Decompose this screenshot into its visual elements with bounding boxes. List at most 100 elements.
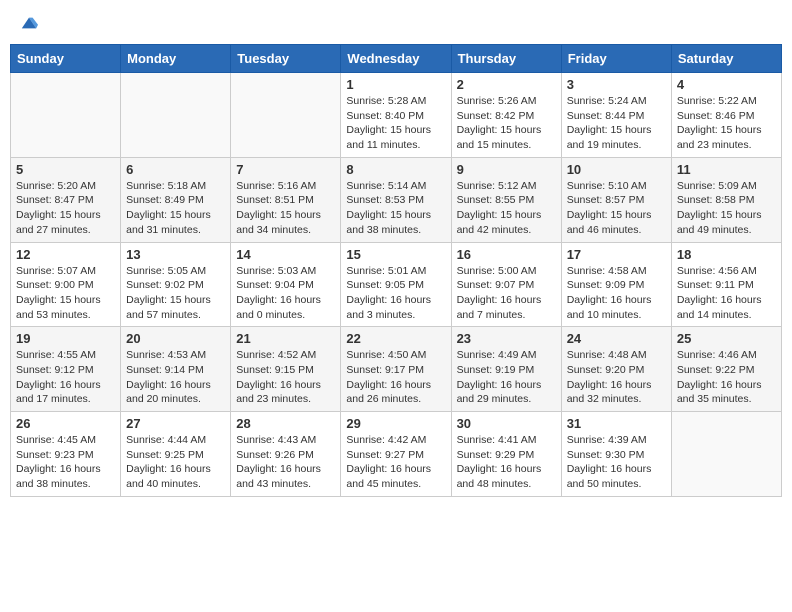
calendar-cell: 15 Sunrise: 5:01 AM Sunset: 9:05 PM Dayli…	[341, 242, 451, 327]
day-info: Sunrise: 5:05 AM Sunset: 9:02 PM Dayligh…	[126, 264, 225, 323]
day-info: Sunrise: 4:39 AM Sunset: 9:30 PM Dayligh…	[567, 433, 666, 492]
calendar-cell: 20 Sunrise: 4:53 AM Sunset: 9:14 PM Dayli…	[121, 327, 231, 412]
day-info: Sunrise: 5:18 AM Sunset: 8:49 PM Dayligh…	[126, 179, 225, 238]
day-header-thursday: Thursday	[451, 45, 561, 73]
day-header-monday: Monday	[121, 45, 231, 73]
calendar-cell: 24 Sunrise: 4:48 AM Sunset: 9:20 PM Dayli…	[561, 327, 671, 412]
calendar-cell: 7 Sunrise: 5:16 AM Sunset: 8:51 PM Daylig…	[231, 157, 341, 242]
day-number: 24	[567, 331, 666, 346]
calendar-cell: 16Sunrise: 5:00 AM Sunset: 9:07 PM Dayli…	[451, 242, 561, 327]
calendar-week-row: 19 Sunrise: 4:55 AM Sunset: 9:12 PM Dayli…	[11, 327, 782, 412]
calendar-cell: 9 Sunrise: 5:12 AM Sunset: 8:55 PM Daylig…	[451, 157, 561, 242]
day-info: Sunrise: 4:55 AM Sunset: 9:12 PM Dayligh…	[16, 348, 115, 407]
day-number: 19	[16, 331, 115, 346]
day-number: 6	[126, 162, 225, 177]
day-info: Sunrise: 5:22 AM Sunset: 8:46 PM Dayligh…	[677, 94, 776, 153]
day-info: Sunrise: 4:42 AM Sunset: 9:27 PM Dayligh…	[346, 433, 445, 492]
day-info: Sunrise: 5:01 AM Sunset: 9:05 PM Dayligh…	[346, 264, 445, 323]
calendar-cell: 12 Sunrise: 5:07 AM Sunset: 9:00 PM Dayli…	[11, 242, 121, 327]
calendar-cell: 2 Sunrise: 5:26 AM Sunset: 8:42 PM Daylig…	[451, 73, 561, 158]
page-header	[10, 10, 782, 38]
day-number: 18	[677, 247, 776, 262]
calendar-week-row: 12 Sunrise: 5:07 AM Sunset: 9:00 PM Dayli…	[11, 242, 782, 327]
day-info: Sunrise: 5:07 AM Sunset: 9:00 PM Dayligh…	[16, 264, 115, 323]
calendar-cell: 30 Sunrise: 4:41 AM Sunset: 9:29 PM Dayli…	[451, 412, 561, 497]
calendar-cell: 26 Sunrise: 4:45 AM Sunset: 9:23 PM Dayli…	[11, 412, 121, 497]
day-number: 31	[567, 416, 666, 431]
day-info: Sunrise: 5:24 AM Sunset: 8:44 PM Dayligh…	[567, 94, 666, 153]
calendar-cell: 11 Sunrise: 5:09 AM Sunset: 8:58 PM Dayli…	[671, 157, 781, 242]
day-number: 8	[346, 162, 445, 177]
day-info: Sunrise: 5:09 AM Sunset: 8:58 PM Dayligh…	[677, 179, 776, 238]
calendar-week-row: 1 Sunrise: 5:28 AM Sunset: 8:40 PM Daylig…	[11, 73, 782, 158]
day-header-tuesday: Tuesday	[231, 45, 341, 73]
day-number: 10	[567, 162, 666, 177]
day-number: 25	[677, 331, 776, 346]
calendar-cell: 17 Sunrise: 4:58 AM Sunset: 9:09 PM Dayli…	[561, 242, 671, 327]
day-info: Sunrise: 4:53 AM Sunset: 9:14 PM Dayligh…	[126, 348, 225, 407]
day-info: Sunrise: 4:45 AM Sunset: 9:23 PM Dayligh…	[16, 433, 115, 492]
calendar-cell: 4 Sunrise: 5:22 AM Sunset: 8:46 PM Daylig…	[671, 73, 781, 158]
day-number: 3	[567, 77, 666, 92]
day-number: 12	[16, 247, 115, 262]
calendar-header-row: SundayMondayTuesdayWednesdayThursdayFrid…	[11, 45, 782, 73]
day-number: 5	[16, 162, 115, 177]
day-info: Sunrise: 5:28 AM Sunset: 8:40 PM Dayligh…	[346, 94, 445, 153]
day-number: 15	[346, 247, 445, 262]
day-info: Sunrise: 4:41 AM Sunset: 9:29 PM Dayligh…	[457, 433, 556, 492]
day-number: 27	[126, 416, 225, 431]
day-number: 11	[677, 162, 776, 177]
day-info: Sunrise: 5:20 AM Sunset: 8:47 PM Dayligh…	[16, 179, 115, 238]
calendar-cell: 25Sunrise: 4:46 AM Sunset: 9:22 PM Dayli…	[671, 327, 781, 412]
calendar-cell: 23 Sunrise: 4:49 AM Sunset: 9:19 PM Dayli…	[451, 327, 561, 412]
calendar-cell	[121, 73, 231, 158]
calendar-cell: 31 Sunrise: 4:39 AM Sunset: 9:30 PM Dayli…	[561, 412, 671, 497]
day-info: Sunrise: 5:26 AM Sunset: 8:42 PM Dayligh…	[457, 94, 556, 153]
calendar-cell: 28 Sunrise: 4:43 AM Sunset: 9:26 PM Dayli…	[231, 412, 341, 497]
day-number: 20	[126, 331, 225, 346]
calendar-cell: 19 Sunrise: 4:55 AM Sunset: 9:12 PM Dayli…	[11, 327, 121, 412]
calendar-cell: 21 Sunrise: 4:52 AM Sunset: 9:15 PM Dayli…	[231, 327, 341, 412]
calendar-week-row: 5 Sunrise: 5:20 AM Sunset: 8:47 PM Daylig…	[11, 157, 782, 242]
logo-icon	[20, 14, 38, 32]
day-number: 2	[457, 77, 556, 92]
day-number: 1	[346, 77, 445, 92]
day-info: Sunrise: 4:49 AM Sunset: 9:19 PM Dayligh…	[457, 348, 556, 407]
day-header-sunday: Sunday	[11, 45, 121, 73]
calendar-cell: 1 Sunrise: 5:28 AM Sunset: 8:40 PM Daylig…	[341, 73, 451, 158]
day-info: Sunrise: 4:52 AM Sunset: 9:15 PM Dayligh…	[236, 348, 335, 407]
day-number: 9	[457, 162, 556, 177]
day-number: 13	[126, 247, 225, 262]
calendar-cell: 3 Sunrise: 5:24 AM Sunset: 8:44 PM Daylig…	[561, 73, 671, 158]
day-number: 14	[236, 247, 335, 262]
day-number: 28	[236, 416, 335, 431]
day-info: Sunrise: 5:16 AM Sunset: 8:51 PM Dayligh…	[236, 179, 335, 238]
calendar-cell: 27 Sunrise: 4:44 AM Sunset: 9:25 PM Dayli…	[121, 412, 231, 497]
day-info: Sunrise: 4:48 AM Sunset: 9:20 PM Dayligh…	[567, 348, 666, 407]
day-number: 26	[16, 416, 115, 431]
day-info: Sunrise: 4:44 AM Sunset: 9:25 PM Dayligh…	[126, 433, 225, 492]
day-header-wednesday: Wednesday	[341, 45, 451, 73]
day-info: Sunrise: 5:12 AM Sunset: 8:55 PM Dayligh…	[457, 179, 556, 238]
calendar-week-row: 26 Sunrise: 4:45 AM Sunset: 9:23 PM Dayli…	[11, 412, 782, 497]
day-number: 21	[236, 331, 335, 346]
day-header-saturday: Saturday	[671, 45, 781, 73]
calendar-cell: 8Sunrise: 5:14 AM Sunset: 8:53 PM Daylig…	[341, 157, 451, 242]
day-number: 17	[567, 247, 666, 262]
calendar-table: SundayMondayTuesdayWednesdayThursdayFrid…	[10, 44, 782, 497]
calendar-cell: 14 Sunrise: 5:03 AM Sunset: 9:04 PM Dayli…	[231, 242, 341, 327]
calendar-cell: 22Sunrise: 4:50 AM Sunset: 9:17 PM Dayli…	[341, 327, 451, 412]
logo	[18, 14, 38, 34]
day-info: Sunrise: 4:58 AM Sunset: 9:09 PM Dayligh…	[567, 264, 666, 323]
day-number: 4	[677, 77, 776, 92]
calendar-cell: 29 Sunrise: 4:42 AM Sunset: 9:27 PM Dayli…	[341, 412, 451, 497]
day-info: Sunrise: 4:56 AM Sunset: 9:11 PM Dayligh…	[677, 264, 776, 323]
day-number: 29	[346, 416, 445, 431]
day-number: 7	[236, 162, 335, 177]
day-number: 23	[457, 331, 556, 346]
day-info: Sunrise: 4:50 AM Sunset: 9:17 PM Dayligh…	[346, 348, 445, 407]
day-info: Sunrise: 5:10 AM Sunset: 8:57 PM Dayligh…	[567, 179, 666, 238]
day-info: Sunrise: 5:03 AM Sunset: 9:04 PM Dayligh…	[236, 264, 335, 323]
day-info: Sunrise: 4:43 AM Sunset: 9:26 PM Dayligh…	[236, 433, 335, 492]
day-number: 30	[457, 416, 556, 431]
